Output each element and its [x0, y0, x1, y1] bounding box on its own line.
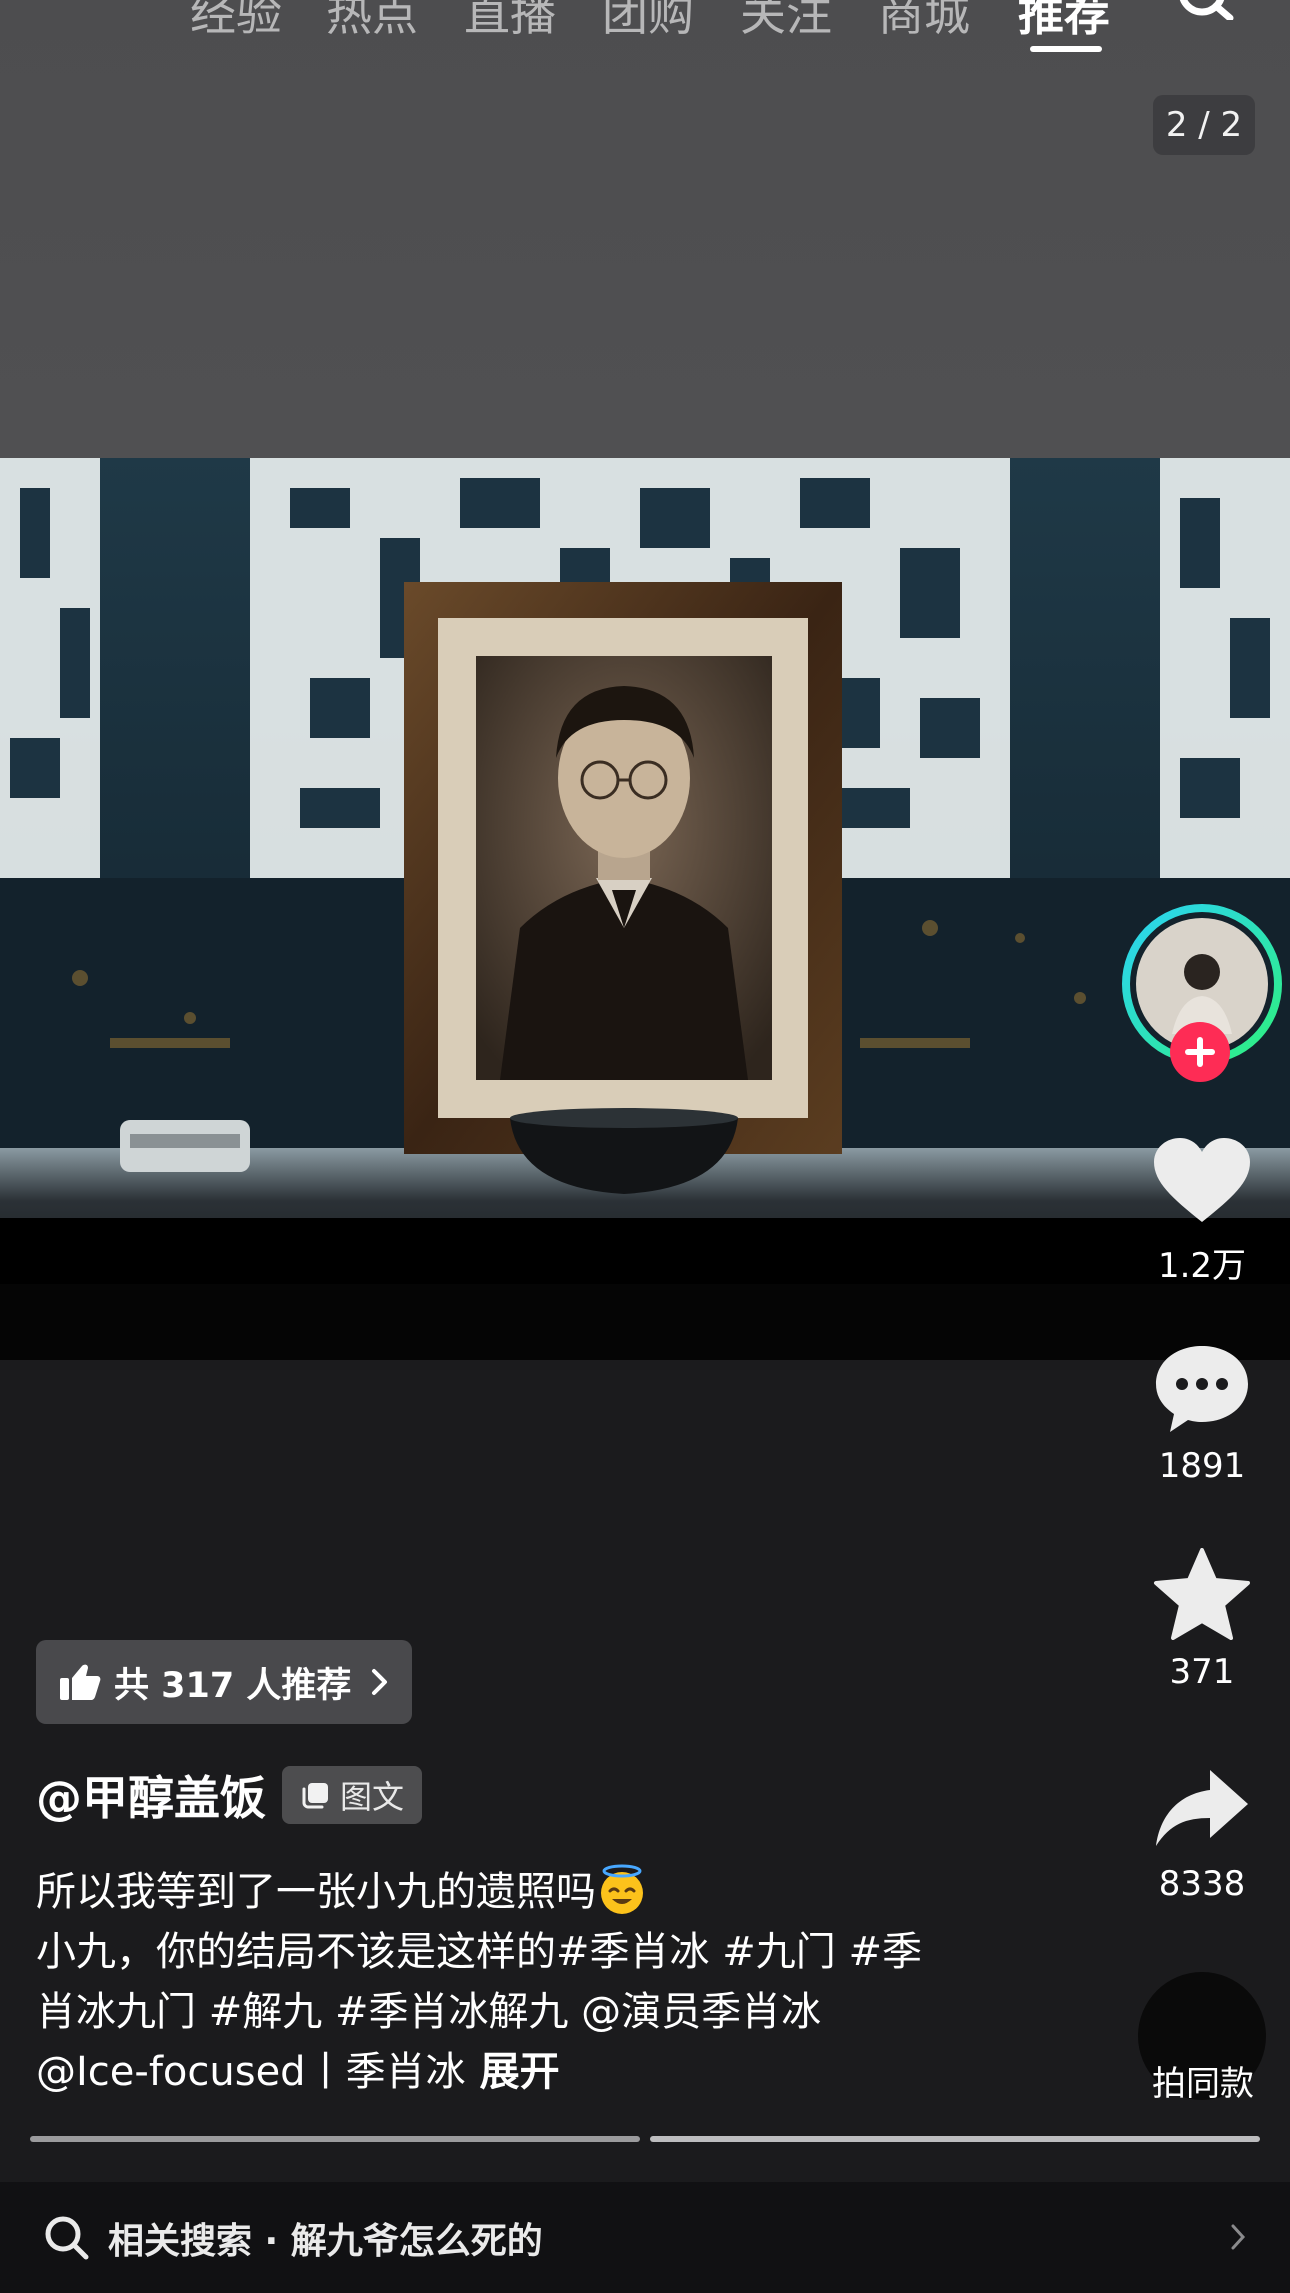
tab-live[interactable]: 直播: [464, 0, 556, 44]
follow-plus-button[interactable]: [1168, 1020, 1232, 1084]
caption-line-2: 小九，你的结局不该是这样的#季肖冰 #九门 #季: [36, 1929, 922, 1975]
comment-button[interactable]: 1891: [1140, 1342, 1264, 1486]
post-caption[interactable]: 所以我等到了一张小九的遗照吗 小九，你的结局不该是这样的#季肖冰 #九门 #季 …: [36, 1862, 1076, 2102]
share-count: 8338: [1158, 1864, 1246, 1904]
tab-experience[interactable]: 经验: [190, 0, 282, 44]
related-search-bar[interactable]: 相关搜索 · 解九爷怎么死的: [0, 2182, 1290, 2293]
chevron-right-icon: [372, 1669, 388, 1695]
tab-hot[interactable]: 热点: [326, 0, 418, 44]
tab-group-buy[interactable]: 团购: [602, 0, 694, 44]
share-button[interactable]: 8338: [1140, 1766, 1264, 1904]
active-tab-indicator: [1030, 46, 1102, 52]
favorite-button[interactable]: 371: [1140, 1548, 1264, 1692]
recommend-count-pill[interactable]: 共 317 人推荐: [36, 1640, 412, 1724]
progress-segment-1: [30, 2136, 640, 2142]
caption-line-1: 所以我等到了一张小九的遗照吗: [36, 1869, 596, 1915]
search-icon: [45, 2216, 89, 2259]
comment-count: 1891: [1158, 1446, 1246, 1486]
author-name[interactable]: @甲醇盖饭: [36, 1762, 266, 1828]
post-photo[interactable]: [0, 458, 1290, 1360]
like-count: 1.2万: [1157, 1246, 1247, 1286]
post-type-label: 图文: [340, 1778, 405, 1816]
expand-button[interactable]: 展开: [480, 2049, 560, 2095]
heart-icon: [1154, 1138, 1250, 1222]
share-arrow-icon: [1156, 1770, 1248, 1846]
smiling-face-with-halo-icon: [601, 1864, 643, 1914]
tab-recommend[interactable]: 推荐: [1018, 0, 1110, 44]
post-type-badge: 图文: [282, 1766, 423, 1824]
same-style-button[interactable]: 拍同款: [1136, 1972, 1270, 2104]
related-search-text: 相关搜索 · 解九爷怎么死的: [108, 2220, 543, 2262]
page-indicator: 2 / 2: [1153, 95, 1255, 155]
search-icon[interactable]: [1178, 0, 1238, 20]
chevron-right-icon: [1231, 2224, 1246, 2250]
top-nav: 经验 热点 直播 团购 关注 商城 推荐: [0, 0, 1290, 58]
tab-following[interactable]: 关注: [740, 0, 832, 44]
like-button[interactable]: 1.2万: [1140, 1136, 1264, 1287]
recommend-text: 共 317 人推荐: [114, 1665, 352, 1706]
image-post-icon: [302, 1783, 328, 1809]
thumbs-up-icon: [60, 1664, 101, 1700]
favorite-count: 371: [1169, 1652, 1235, 1692]
caption-line-4: @Ice-focused丨季肖冰: [36, 2049, 466, 2095]
top-blank-area: [0, 0, 1290, 458]
same-style-label: 拍同款: [1152, 2064, 1254, 2104]
star-icon: [1154, 1548, 1250, 1640]
tab-mall[interactable]: 商城: [878, 0, 970, 44]
progress-segment-2: [650, 2136, 1260, 2142]
caption-line-3: 肖冰九门 #解九 #季肖冰解九 @演员季肖冰: [36, 1989, 822, 2035]
author-row: @甲醇盖饭 图文: [36, 1762, 423, 1828]
comment-icon: [1156, 1346, 1248, 1432]
